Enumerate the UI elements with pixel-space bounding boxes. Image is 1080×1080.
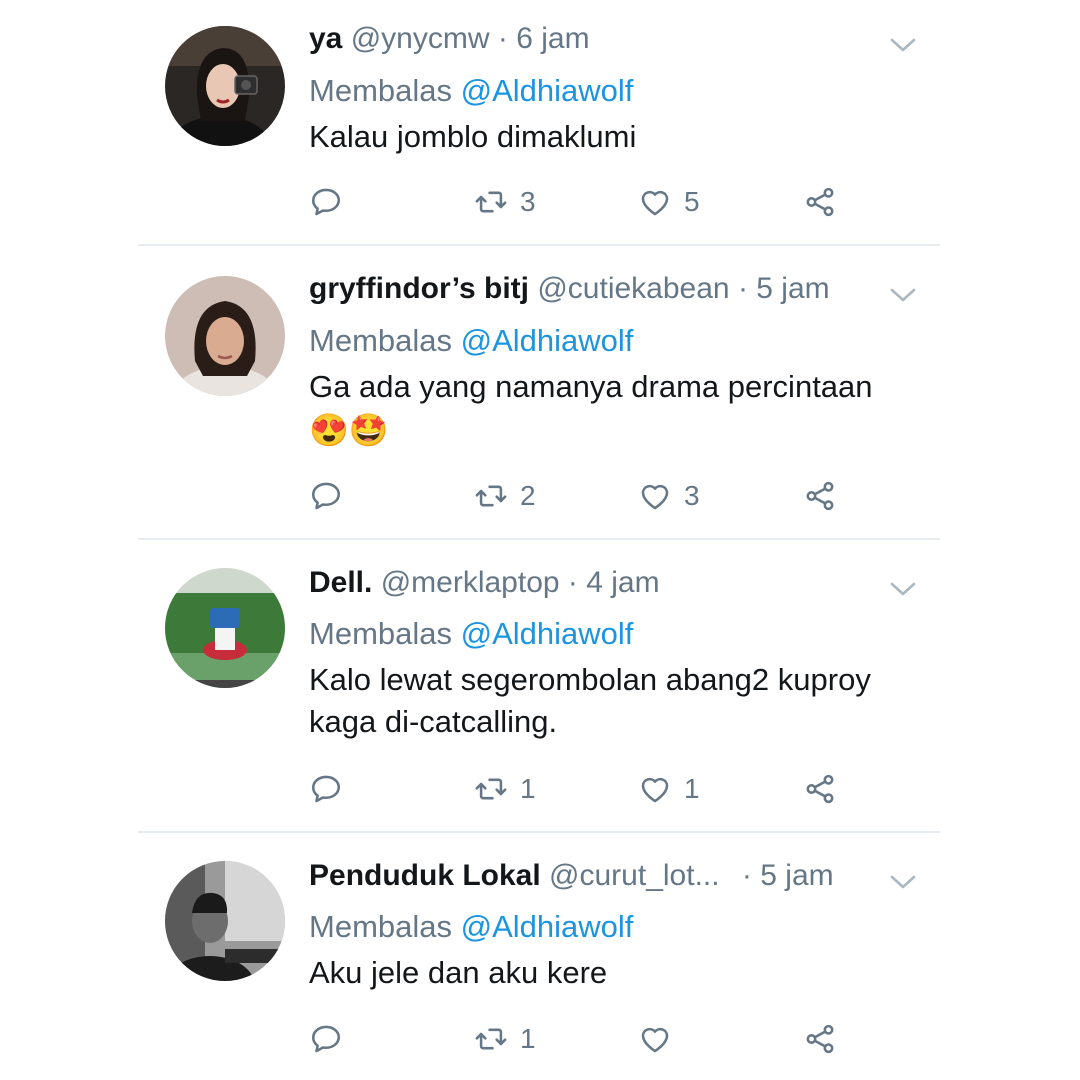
like-count: 1 <box>684 773 700 804</box>
action-bar: 1 <box>309 1019 869 1059</box>
separator-dot: · <box>497 22 508 55</box>
retweet-count: 3 <box>520 186 536 217</box>
tweet-text: Aku jele dan aku kere <box>309 952 929 994</box>
tweet[interactable]: ya @ynycmw · 6 jam Membalas @Aldhiawolf … <box>0 0 1080 245</box>
like-button[interactable]: 1 <box>638 769 700 809</box>
display-name[interactable]: Penduduk Lokal <box>309 859 541 892</box>
reply-context: Membalas @Aldhiawolf <box>309 615 633 653</box>
avatar[interactable] <box>165 861 285 981</box>
avatar[interactable] <box>165 568 285 688</box>
share-button[interactable] <box>803 769 837 809</box>
tweet-text: Kalau jomblo dimaklumi <box>309 116 929 158</box>
avatar[interactable] <box>165 276 285 396</box>
reply-button[interactable] <box>309 1019 343 1059</box>
reply-prefix: Membalas <box>309 73 452 108</box>
timestamp[interactable]: 4 jam <box>586 566 659 599</box>
tweet-header: Penduduk Lokal @curut_lot... · 5 jam <box>309 858 834 894</box>
tweet-header: Dell. @merklaptop · 4 jam <box>309 565 660 601</box>
timestamp[interactable]: 5 jam <box>760 859 833 892</box>
user-handle[interactable]: @ynycmw <box>351 22 490 55</box>
retweet-button[interactable]: 3 <box>474 182 536 222</box>
retweet-icon <box>474 479 508 513</box>
reply-prefix: Membalas <box>309 909 452 944</box>
emoji-line: 😍🤩 <box>309 412 389 448</box>
reply-button[interactable] <box>309 769 343 809</box>
share-button[interactable] <box>803 476 837 516</box>
retweet-button[interactable]: 1 <box>474 1019 536 1059</box>
tweet-text: Ga ada yang namanya drama percintaan 😍🤩 <box>309 366 929 452</box>
retweet-count: 1 <box>520 1023 536 1054</box>
reply-button[interactable] <box>309 182 343 222</box>
retweet-button[interactable]: 1 <box>474 769 536 809</box>
heart-icon <box>638 772 672 806</box>
avatar[interactable] <box>165 26 285 146</box>
retweet-icon <box>474 1022 508 1056</box>
user-handle[interactable]: @merklaptop <box>381 566 560 599</box>
like-button[interactable]: 5 <box>638 182 700 222</box>
user-handle[interactable]: @curut_lot... <box>549 859 720 892</box>
reply-context: Membalas @Aldhiawolf <box>309 908 633 946</box>
action-bar: 1 1 <box>309 769 869 809</box>
tweet[interactable]: Penduduk Lokal @curut_lot... · 5 jam Mem… <box>0 833 1080 1080</box>
tweet[interactable]: Dell. @merklaptop · 4 jam Membalas @Aldh… <box>0 540 1080 832</box>
tweet-text-content: Kalo lewat segerombolan abang2 kuproy ka… <box>309 662 871 739</box>
like-count: 5 <box>684 186 700 217</box>
reply-icon <box>309 772 343 806</box>
action-bar: 2 3 <box>309 476 869 516</box>
mention-link[interactable]: @Aldhiawolf <box>461 323 634 358</box>
retweet-count: 2 <box>520 480 536 511</box>
reply-context: Membalas @Aldhiawolf <box>309 322 633 360</box>
reply-prefix: Membalas <box>309 616 452 651</box>
timestamp[interactable]: 6 jam <box>516 22 589 55</box>
share-icon <box>803 185 837 219</box>
heart-icon <box>638 185 672 219</box>
mention-link[interactable]: @Aldhiawolf <box>461 909 634 944</box>
share-icon <box>803 1022 837 1056</box>
user-handle[interactable]: @cutiekabean <box>537 272 729 305</box>
chevron-down-icon[interactable] <box>888 285 918 305</box>
retweet-icon <box>474 185 508 219</box>
separator-dot: · <box>737 272 748 305</box>
reply-icon <box>309 185 343 219</box>
display-name[interactable]: ya <box>309 22 342 55</box>
separator-dot: · <box>567 566 578 599</box>
display-name[interactable]: gryffindor’s bitj <box>309 272 529 305</box>
reply-icon <box>309 1022 343 1056</box>
share-button[interactable] <box>803 1019 837 1059</box>
mention-link[interactable]: @Aldhiawolf <box>461 73 634 108</box>
tweet-text-content: Kalau jomblo dimaklumi <box>309 119 637 154</box>
display-name[interactable]: Dell. <box>309 566 372 599</box>
share-icon <box>803 772 837 806</box>
retweet-button[interactable]: 2 <box>474 476 536 516</box>
reply-context: Membalas @Aldhiawolf <box>309 72 633 110</box>
tweet-text-content: Aku jele dan aku kere <box>309 955 608 990</box>
tweet-text: Kalo lewat segerombolan abang2 kuproy ka… <box>309 659 909 743</box>
tweet-header: ya @ynycmw · 6 jam <box>309 21 590 57</box>
reply-button[interactable] <box>309 476 343 516</box>
chevron-down-icon[interactable] <box>888 872 918 892</box>
timestamp[interactable]: 5 jam <box>756 272 829 305</box>
like-button[interactable]: 3 <box>638 476 700 516</box>
heart-icon <box>638 479 672 513</box>
tweet[interactable]: gryffindor’s bitj @cutiekabean · 5 jam M… <box>0 246 1080 538</box>
reply-prefix: Membalas <box>309 323 452 358</box>
share-button[interactable] <box>803 182 837 222</box>
heart-icon <box>638 1022 672 1056</box>
tweet-header: gryffindor’s bitj @cutiekabean · 5 jam <box>309 271 830 307</box>
reply-icon <box>309 479 343 513</box>
mention-link[interactable]: @Aldhiawolf <box>461 616 634 651</box>
retweet-count: 1 <box>520 773 536 804</box>
share-icon <box>803 479 837 513</box>
retweet-icon <box>474 772 508 806</box>
tweet-text-content: Ga ada yang namanya drama percintaan <box>309 369 873 404</box>
action-bar: 3 5 <box>309 182 869 222</box>
separator-dot: · <box>741 859 752 892</box>
chevron-down-icon[interactable] <box>888 35 918 55</box>
like-button[interactable] <box>638 1019 672 1059</box>
like-count: 3 <box>684 480 700 511</box>
chevron-down-icon[interactable] <box>888 579 918 599</box>
